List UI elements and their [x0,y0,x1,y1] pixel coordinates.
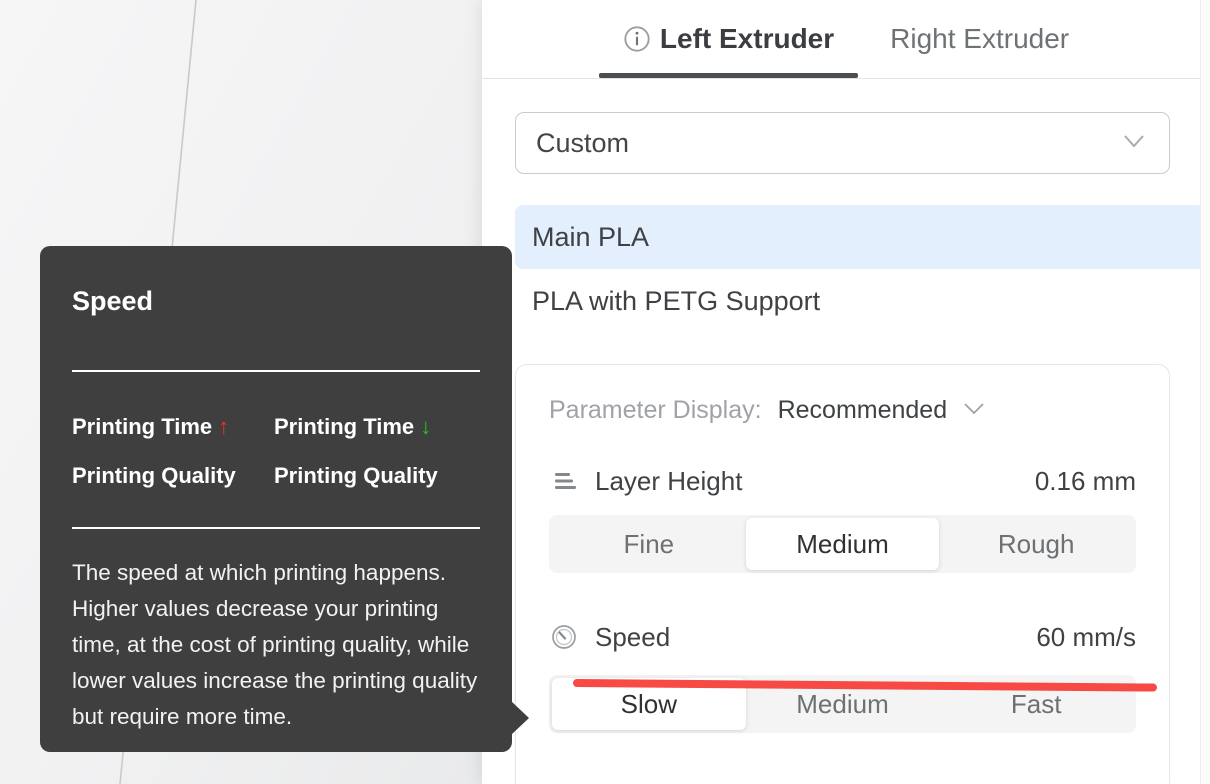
tooltip-title: Speed [72,286,154,316]
speed-gauge-icon [549,622,579,652]
tooltip-row: Printing Time ↓ [274,402,476,451]
tab-left-extruder[interactable]: Left Extruder [595,0,862,78]
tooltip-row: Printing Time ↑ [72,402,274,451]
setting-name-speed: Speed [595,621,671,652]
tooltip-row: Printing Quality [72,451,274,500]
list-item[interactable]: PLA with PETG Support [515,269,1205,333]
profile-item-label: PLA with PETG Support [532,285,821,316]
extruder-tabs: Left Extruder Right Extruder [482,0,1210,79]
chevron-down-icon[interactable] [961,399,987,422]
segmented-control-layer-height: Fine Medium Rough [549,515,1136,573]
tooltip-column-increase: Printing Time ↑ Printing Quality [72,402,274,500]
tooltip-body-text: The speed at which printing happens. Hig… [72,560,478,729]
tooltip-column-decrease: Printing Time ↓ Printing Quality [274,402,476,500]
tooltip-row: Printing Quality [274,451,476,500]
layer-height-icon [549,466,579,496]
tooltip-divider [72,370,480,372]
info-icon[interactable] [623,25,651,53]
list-item[interactable]: Main PLA [515,205,1205,269]
panel-scrollbar[interactable] [1200,0,1210,784]
profile-item-label: Main PLA [532,221,650,252]
segment-medium[interactable]: Medium [745,518,940,570]
profile-select-value: Custom [536,127,630,158]
parameter-card: Parameter Display: Recommended Layer Hei… [515,364,1170,784]
arrow-up-icon: ↑ [218,414,230,439]
setting-name-layer-height: Layer Height [595,465,743,496]
tooltip-columns: Printing Time ↑ Printing Quality Printin… [72,402,480,500]
segment-rough[interactable]: Rough [939,518,1133,570]
tab-left-extruder-label: Left Extruder [659,23,835,54]
speed-tooltip: Speed Printing Time ↑ Printing Quality P… [40,246,529,752]
settings-panel: Left Extruder Right Extruder Custom Main… [482,0,1210,784]
tab-right-extruder[interactable]: Right Extruder [862,0,1097,78]
tooltip-printing-time-label: Printing Time [72,414,213,439]
app-window: Left Extruder Right Extruder Custom Main… [0,0,1210,784]
tooltip-pointer [511,701,529,735]
tooltip-printing-quality-label: Printing Quality [72,463,236,488]
tooltip-printing-time-label: Printing Time [274,414,415,439]
chevron-down-icon[interactable] [1119,131,1149,156]
parameter-display-row: Parameter Display: Recommended [549,365,1136,455]
setting-value-speed: 60 mm/s [1036,621,1136,652]
setting-value-layer-height: 0.16 mm [1034,465,1136,496]
profile-select[interactable]: Custom [515,112,1170,174]
arrow-down-icon: ↓ [420,414,432,439]
tooltip-printing-quality-label: Printing Quality [274,463,438,488]
setting-row-layer-height: Layer Height 0.16 mm [549,455,1136,507]
segment-fine[interactable]: Fine [552,518,746,570]
parameter-display-value[interactable]: Recommended [778,396,948,425]
profile-list: Main PLA PLA with PETG Support [515,205,1205,333]
tab-right-extruder-label: Right Extruder [890,23,1070,54]
setting-row-speed: Speed 60 mm/s [549,611,1136,663]
parameter-display-label: Parameter Display: [549,395,762,424]
